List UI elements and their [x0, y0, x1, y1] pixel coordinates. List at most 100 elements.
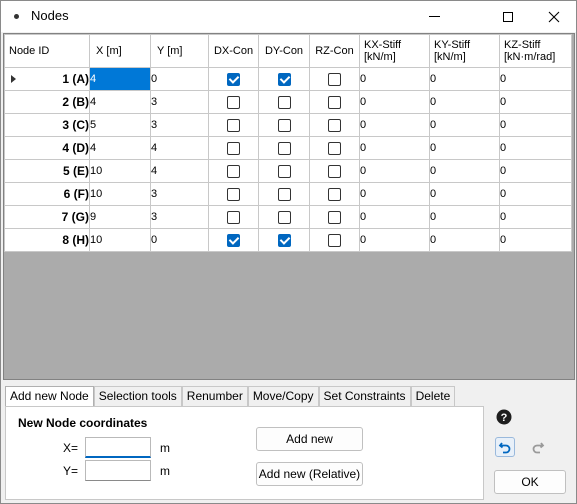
x-coordinate-input[interactable] [85, 437, 151, 458]
tab-selection-tools[interactable]: Selection tools [93, 386, 182, 406]
kx-cell[interactable]: 0 [359, 90, 430, 114]
kz-cell[interactable]: 0 [499, 159, 572, 183]
dx-constraint-checkbox[interactable] [227, 118, 240, 132]
dy-constraint-checkbox[interactable] [277, 72, 291, 86]
kz-cell[interactable]: 0 [499, 67, 572, 91]
x-cell[interactable]: 10 [89, 182, 151, 206]
table-row[interactable]: 1 (A) 4 0 0 0 0 [4, 67, 572, 91]
rz-constraint-checkbox[interactable] [328, 233, 341, 247]
dy-constraint-checkbox[interactable] [277, 141, 291, 155]
row-header[interactable]: 5 (E) [4, 159, 90, 183]
kz-cell[interactable]: 0 [499, 182, 572, 206]
tab-set-constraints[interactable]: Set Constraints [318, 386, 411, 406]
minimize-button[interactable] [411, 1, 457, 32]
column-header[interactable]: DY-Con [258, 34, 310, 68]
y-cell[interactable]: 3 [150, 90, 209, 114]
rz-constraint-checkbox[interactable] [328, 210, 341, 224]
tab-renumber[interactable]: Renumber [181, 386, 248, 406]
ky-cell[interactable]: 0 [429, 205, 500, 229]
dx-constraint-checkbox[interactable] [227, 187, 240, 201]
ok-button[interactable]: OK [494, 470, 566, 494]
kx-cell[interactable]: 0 [359, 205, 430, 229]
row-header[interactable]: 1 (A) [4, 67, 90, 91]
dy-constraint-checkbox[interactable] [277, 233, 291, 247]
x-cell[interactable]: 5 [89, 113, 151, 137]
y-coordinate-input[interactable] [85, 460, 151, 481]
rz-constraint-checkbox[interactable] [328, 187, 341, 201]
rz-constraint-checkbox[interactable] [328, 141, 341, 155]
kz-cell[interactable]: 0 [499, 228, 572, 252]
ky-cell[interactable]: 0 [429, 113, 500, 137]
table-row[interactable]: 8 (H) 10 0 0 0 0 [4, 228, 572, 252]
column-header[interactable]: Node ID [4, 34, 90, 68]
y-cell[interactable]: 0 [150, 228, 209, 252]
ky-cell[interactable]: 0 [429, 136, 500, 160]
tab-move-copy[interactable]: Move/Copy [247, 386, 319, 406]
column-header[interactable]: Y [m] [150, 34, 209, 68]
y-cell[interactable]: 3 [150, 113, 209, 137]
dx-constraint-checkbox[interactable] [227, 141, 240, 155]
add-new-relative-button[interactable]: Add new (Relative) [256, 462, 363, 486]
maximize-button[interactable] [485, 1, 531, 32]
column-header[interactable]: KZ-Stiff [kN·m/rad] [499, 34, 572, 68]
kx-cell[interactable]: 0 [359, 136, 430, 160]
dy-constraint-checkbox[interactable] [277, 187, 291, 201]
add-new-button[interactable]: Add new [256, 427, 363, 451]
table-row[interactable]: 5 (E) 10 4 0 0 0 [4, 159, 572, 183]
column-header[interactable]: KY-Stiff [kN/m] [429, 34, 500, 68]
row-header[interactable]: 4 (D) [4, 136, 90, 160]
row-header[interactable]: 3 (C) [4, 113, 90, 137]
tab-add-new-node[interactable]: Add new Node [5, 386, 94, 407]
dy-constraint-checkbox[interactable] [277, 118, 291, 132]
kx-cell[interactable]: 0 [359, 159, 430, 183]
rz-constraint-checkbox[interactable] [328, 118, 341, 132]
dx-constraint-checkbox[interactable] [227, 72, 240, 86]
table-row[interactable]: 7 (G) 9 3 0 0 0 [4, 205, 572, 229]
dx-constraint-checkbox[interactable] [227, 210, 240, 224]
row-header[interactable]: 6 (F) [4, 182, 90, 206]
nodes-grid-panel[interactable]: Node ID X [m] Y [m] DX-Con DY-Con RZ-Con KX-St… [3, 33, 575, 380]
kz-cell[interactable]: 0 [499, 113, 572, 137]
table-row[interactable]: 2 (B) 4 3 0 0 0 [4, 90, 572, 114]
y-cell[interactable]: 3 [150, 182, 209, 206]
x-cell[interactable]: 4 [89, 67, 151, 91]
rz-constraint-checkbox[interactable] [328, 164, 341, 178]
x-cell[interactable]: 4 [89, 136, 151, 160]
x-cell[interactable]: 4 [89, 90, 151, 114]
redo-button[interactable] [528, 437, 548, 457]
kz-cell[interactable]: 0 [499, 90, 572, 114]
table-row[interactable]: 6 (F) 10 3 0 0 0 [4, 182, 572, 206]
kx-cell[interactable]: 0 [359, 228, 430, 252]
ky-cell[interactable]: 0 [429, 159, 500, 183]
x-cell[interactable]: 9 [89, 205, 151, 229]
column-header[interactable]: DX-Con [208, 34, 259, 68]
undo-button[interactable] [495, 437, 515, 457]
rz-constraint-checkbox[interactable] [328, 72, 341, 86]
kz-cell[interactable]: 0 [499, 136, 572, 160]
kz-cell[interactable]: 0 [499, 205, 572, 229]
row-header[interactable]: 2 (B) [4, 90, 90, 114]
y-cell[interactable]: 4 [150, 136, 209, 160]
kx-cell[interactable]: 0 [359, 113, 430, 137]
ky-cell[interactable]: 0 [429, 90, 500, 114]
rz-constraint-checkbox[interactable] [328, 95, 341, 109]
dx-constraint-checkbox[interactable] [227, 233, 240, 247]
row-header[interactable]: 8 (H) [4, 228, 90, 252]
table-row[interactable]: 4 (D) 4 4 0 0 0 [4, 136, 572, 160]
column-header[interactable]: KX-Stiff [kN/m] [359, 34, 430, 68]
dy-constraint-checkbox[interactable] [277, 95, 291, 109]
column-header[interactable]: RZ-Con [309, 34, 360, 68]
kx-cell[interactable]: 0 [359, 182, 430, 206]
table-row[interactable]: 3 (C) 5 3 0 0 0 [4, 113, 572, 137]
kx-cell[interactable]: 0 [359, 67, 430, 91]
row-header[interactable]: 7 (G) [4, 205, 90, 229]
dx-constraint-checkbox[interactable] [227, 164, 240, 178]
y-cell[interactable]: 4 [150, 159, 209, 183]
ky-cell[interactable]: 0 [429, 228, 500, 252]
dy-constraint-checkbox[interactable] [277, 164, 291, 178]
close-button[interactable] [531, 1, 577, 32]
ky-cell[interactable]: 0 [429, 67, 500, 91]
x-cell[interactable]: 10 [89, 228, 151, 252]
ky-cell[interactable]: 0 [429, 182, 500, 206]
dy-constraint-checkbox[interactable] [277, 210, 291, 224]
